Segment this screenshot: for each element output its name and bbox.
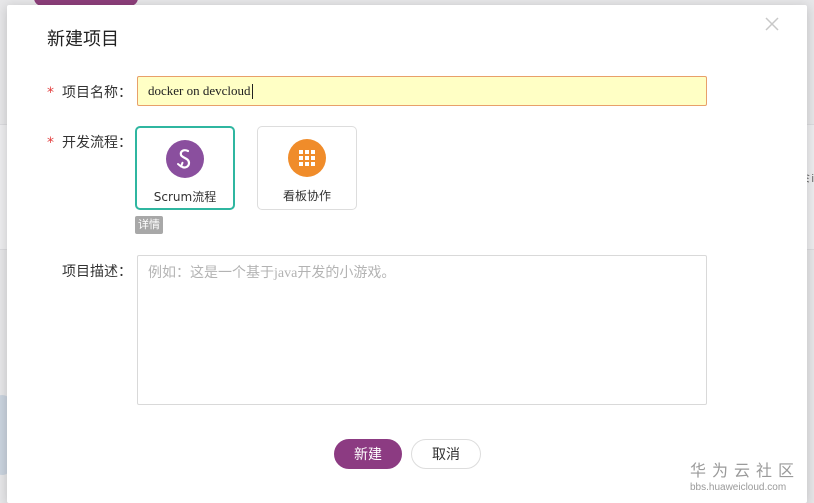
dialog-title: 新建项目	[47, 29, 119, 50]
flow-option-scrum[interactable]: Scrum流程	[135, 126, 235, 210]
cancel-button[interactable]: 取消	[411, 439, 481, 469]
close-icon[interactable]	[763, 15, 781, 33]
flow-option-label: 看板协作	[282, 189, 331, 203]
required-mark: *	[47, 135, 54, 151]
project-desc-label: 项目描述：	[62, 264, 132, 280]
flow-option-label: Scrum流程	[153, 190, 217, 204]
watermark-url: bbs.huaweicloud.com	[689, 482, 787, 493]
create-button[interactable]: 新建	[334, 439, 402, 469]
text-caret	[251, 83, 253, 99]
watermark-title: 华为云社区	[689, 461, 800, 480]
project-name-label-text: 项目名称：	[62, 85, 132, 101]
kanban-grid-icon	[288, 139, 326, 177]
dev-flow-label-text: 开发流程：	[62, 135, 132, 151]
project-desc-input[interactable]	[137, 255, 707, 405]
project-name-value: docker on devcloud	[148, 83, 251, 98]
dev-flow-label: * 开发流程：	[47, 132, 132, 152]
flow-option-kanban[interactable]: 看板协作	[257, 126, 357, 210]
new-project-dialog: 新建项目 * 项目名称： docker on devcloud * 开发流程： Sc…	[7, 5, 807, 503]
watermark: 华为云社区 bbs.huaweicloud.com	[690, 457, 800, 493]
project-name-input[interactable]: docker on devcloud	[137, 76, 707, 106]
required-mark: *	[47, 85, 54, 101]
project-name-label: * 项目名称：	[47, 82, 132, 102]
scrum-icon	[166, 140, 204, 178]
detail-link[interactable]: 详情	[135, 216, 163, 234]
